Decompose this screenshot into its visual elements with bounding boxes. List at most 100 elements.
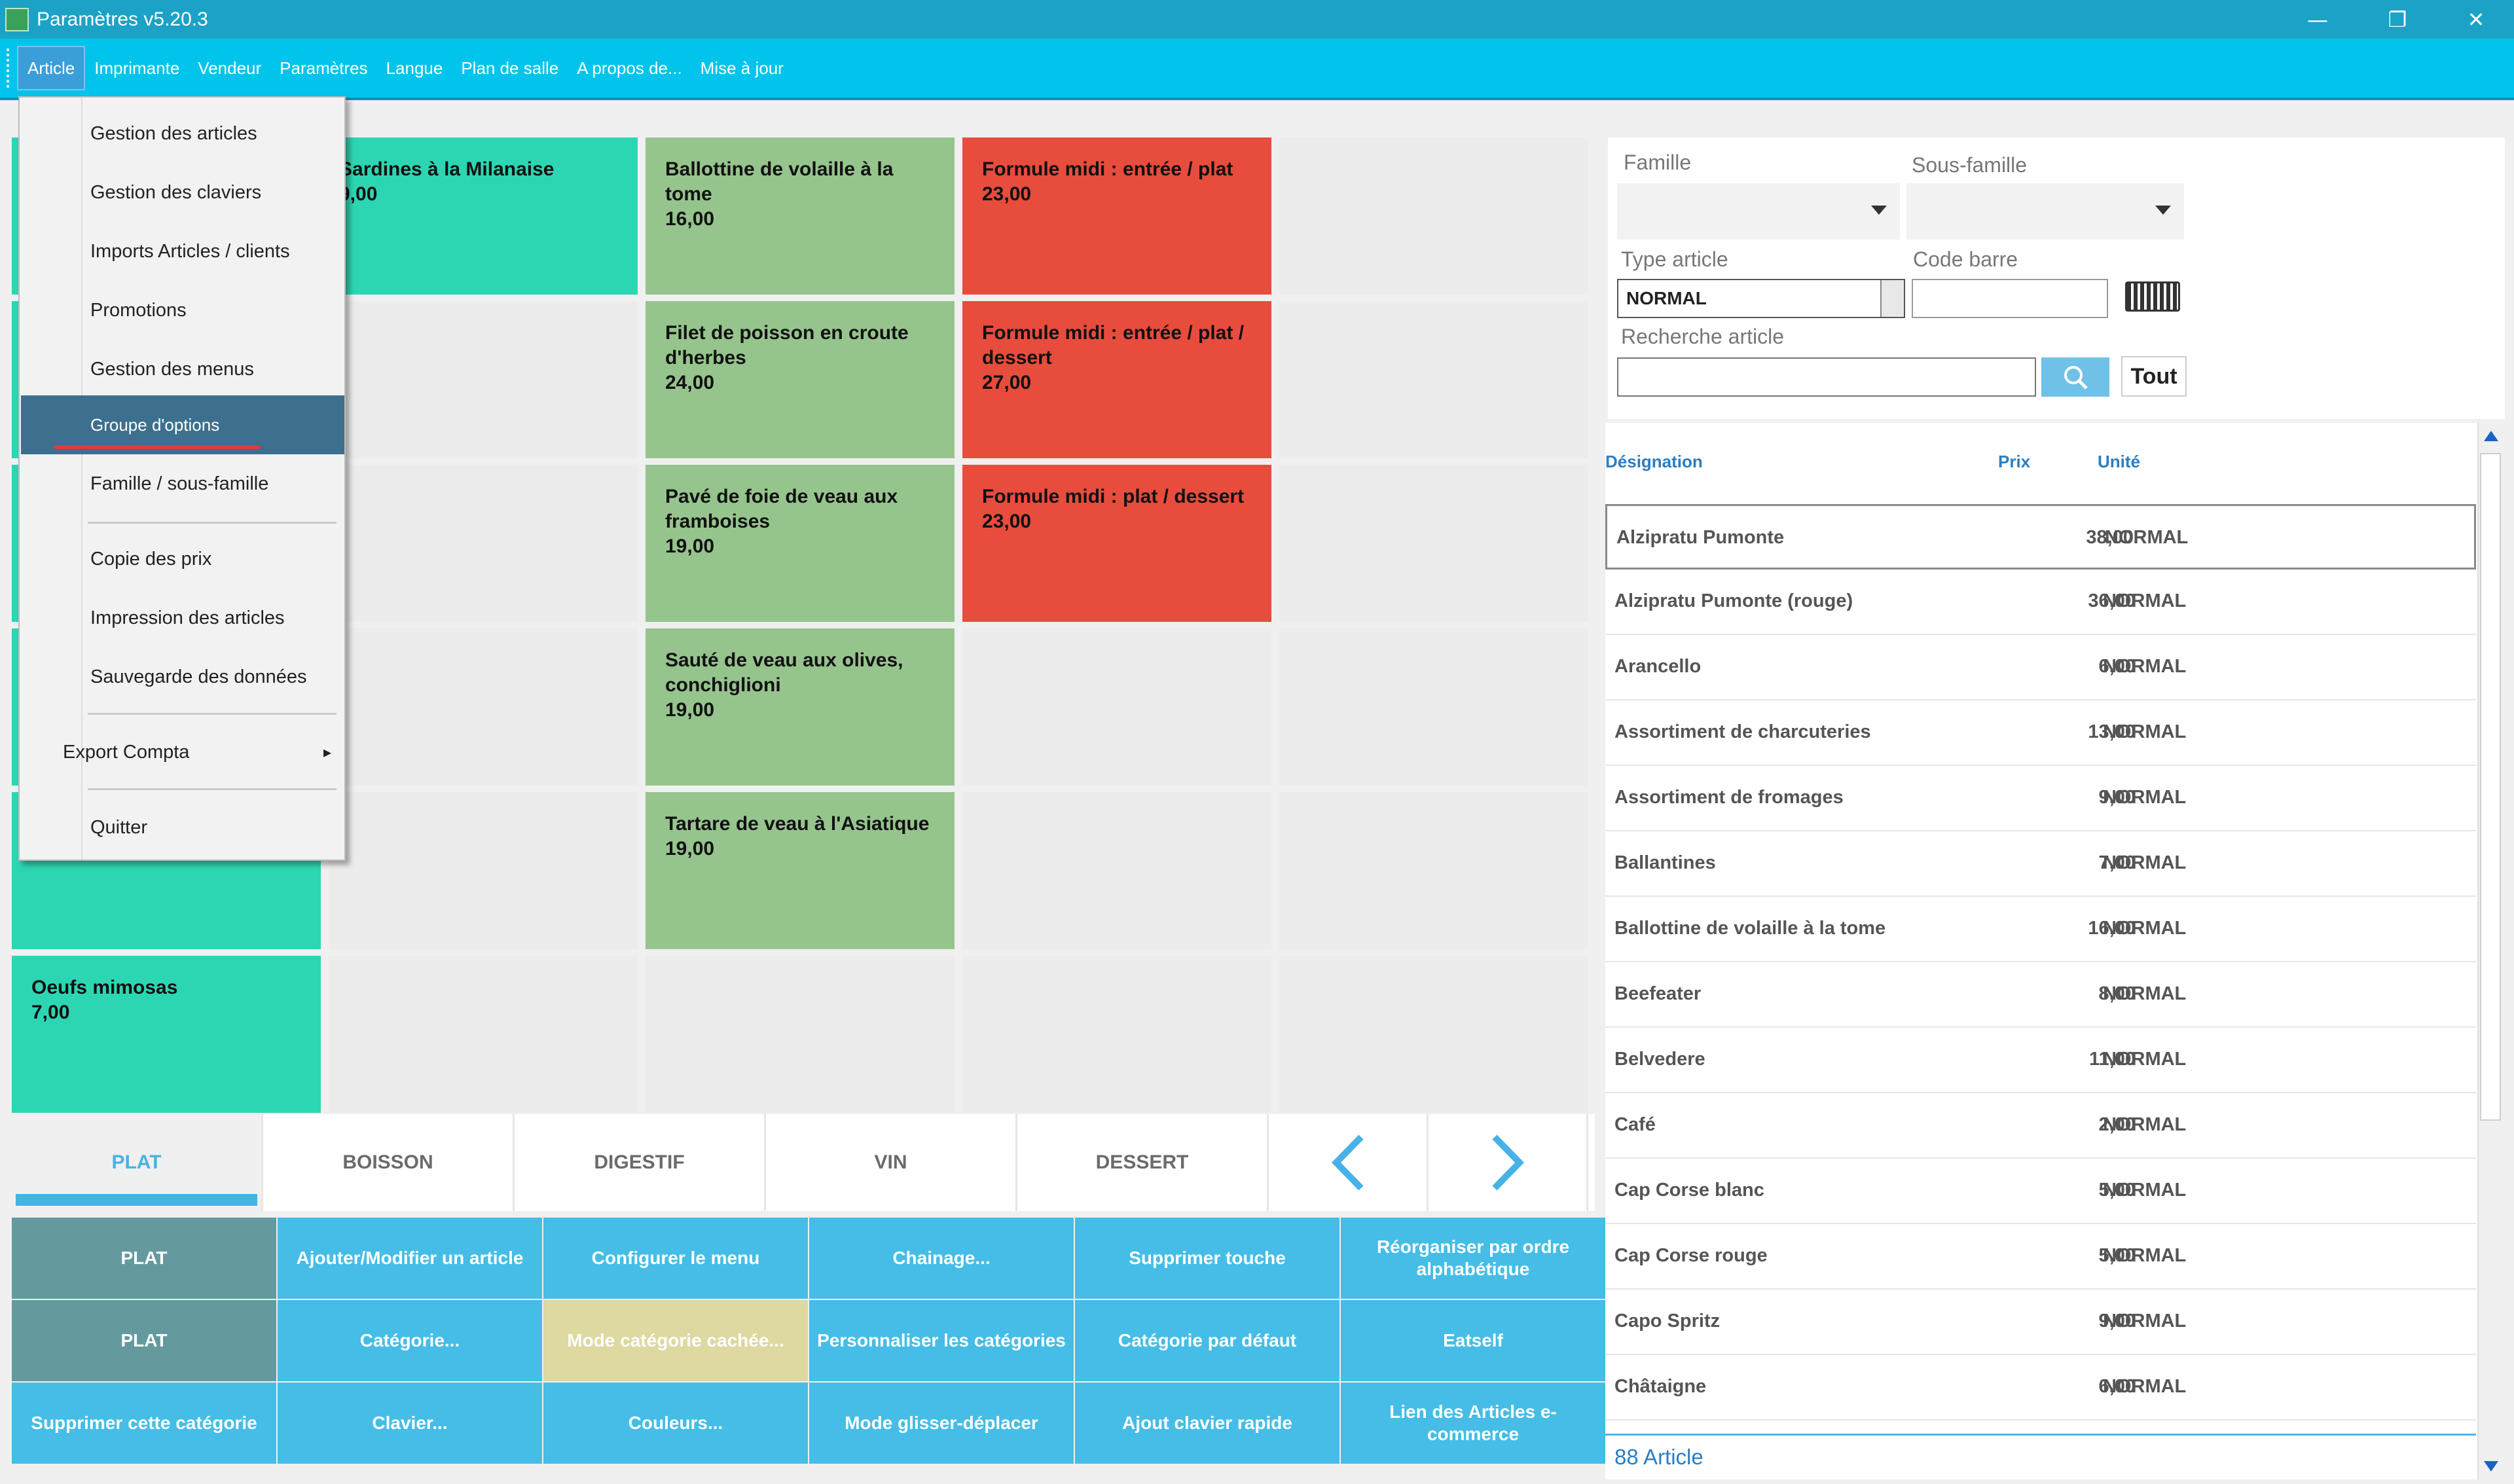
restore-button[interactable]: ❐ <box>2365 0 2430 39</box>
empty-tile[interactable] <box>1279 465 1588 622</box>
famille-select[interactable] <box>1617 183 1900 240</box>
table-row[interactable]: Ballantines 7,00 NORMAL <box>1605 831 2476 897</box>
empty-tile[interactable] <box>329 628 638 786</box>
menu-item-export-compta[interactable]: Export Compta ▸ <box>21 723 344 782</box>
empty-tile[interactable] <box>962 956 1271 1113</box>
previous-page-button[interactable] <box>1269 1114 1429 1211</box>
search-button[interactable] <box>2041 357 2109 397</box>
table-row[interactable]: Beefeater 8,00 NORMAL <box>1605 962 2476 1028</box>
minimize-button[interactable]: — <box>2285 0 2350 39</box>
chainage-button[interactable]: Chainage... <box>809 1218 1074 1299</box>
menu-a-propos[interactable]: A propos de... <box>568 46 691 90</box>
category-button[interactable]: Catégorie... <box>278 1300 542 1381</box>
empty-tile[interactable] <box>329 301 638 458</box>
designation-header[interactable]: Désignation <box>1605 452 1703 472</box>
menu-parametres[interactable]: Paramètres <box>270 46 376 90</box>
tab-digestif[interactable]: DIGESTIF <box>515 1114 766 1211</box>
empty-tile[interactable] <box>1279 301 1588 458</box>
table-row[interactable]: Capo Spritz 9,00 NORMAL <box>1605 1290 2476 1355</box>
keyboard-button[interactable]: Clavier... <box>278 1383 542 1464</box>
plat-category-button-2[interactable]: PLAT <box>12 1300 276 1381</box>
configure-menu-button[interactable]: Configurer le menu <box>543 1218 808 1299</box>
table-row[interactable]: Alzipratu Pumonte (rouge) 36,00 NORMAL <box>1605 570 2476 635</box>
scroll-down-icon[interactable] <box>2484 1461 2498 1472</box>
tab-vin[interactable]: VIN <box>766 1114 1017 1211</box>
table-row[interactable]: Cap Corse rouge 5,00 NORMAL <box>1605 1224 2476 1290</box>
article-tile-pave-foie[interactable]: Pavé de foie de veau aux framboises 19,0… <box>646 465 955 622</box>
scroll-thumb[interactable] <box>2480 453 2501 1121</box>
empty-tile[interactable] <box>1279 137 1588 295</box>
menu-item-gestion-articles[interactable]: Gestion des articles <box>21 104 344 163</box>
list-scrollbar[interactable] <box>2477 423 2502 1479</box>
article-tile-sardines[interactable]: Sardines à la Milanaise 9,00 <box>329 137 638 295</box>
type-article-select[interactable]: NORMAL <box>1617 279 1905 318</box>
add-edit-article-button[interactable]: Ajouter/Modifier un article <box>278 1218 542 1299</box>
article-tile-saute-veau[interactable]: Sauté de veau aux olives, conchiglioni 1… <box>646 628 955 786</box>
table-row[interactable]: Châtaigne 6,00 NORMAL <box>1605 1355 2476 1421</box>
empty-tile[interactable] <box>1279 792 1588 949</box>
article-tile-formule-entree-plat[interactable]: Formule midi : entrée / plat 23,00 <box>962 137 1271 295</box>
menu-item-copie-prix[interactable]: Copie des prix <box>21 530 344 588</box>
ecommerce-link-button[interactable]: Lien des Articles e-commerce <box>1341 1383 1605 1464</box>
article-tile-formule-plat-dessert[interactable]: Formule midi : plat / dessert 23,00 <box>962 465 1271 622</box>
table-row[interactable]: Arancello 6,00 NORMAL <box>1605 635 2476 700</box>
empty-tile[interactable] <box>329 465 638 622</box>
table-row[interactable]: Café 2,00 NORMAL <box>1605 1093 2476 1159</box>
menu-item-groupe-options[interactable]: Groupe d'options <box>21 395 344 454</box>
article-tile-formule-entree-plat-dessert[interactable]: Formule midi : entrée / plat / dessert 2… <box>962 301 1271 458</box>
menu-item-promotions[interactable]: Promotions <box>21 281 344 340</box>
empty-tile[interactable] <box>962 628 1271 786</box>
unite-header[interactable]: Unité <box>2098 452 2140 472</box>
empty-tile[interactable] <box>1279 956 1588 1113</box>
table-row[interactable]: Ballottine de volaille à la tome 16,00 NOR… <box>1605 897 2476 962</box>
delete-category-button[interactable]: Supprimer cette catégorie <box>12 1383 276 1464</box>
quick-keyboard-add-button[interactable]: Ajout clavier rapide <box>1075 1383 1339 1464</box>
tab-plat[interactable]: PLAT <box>12 1114 263 1211</box>
menu-mise-a-jour[interactable]: Mise à jour <box>691 46 793 90</box>
menu-item-impression[interactable]: Impression des articles <box>21 588 344 647</box>
empty-tile[interactable] <box>329 792 638 949</box>
table-row[interactable]: Alzipratu Pumonte 38,00 NORMAL <box>1605 504 2476 570</box>
article-tile-tartare[interactable]: Tartare de veau à l'Asiatique 19,00 <box>646 792 955 949</box>
article-tile-oeufs-mimosas[interactable]: Oeufs mimosas 7,00 <box>12 956 321 1113</box>
customize-categories-button[interactable]: Personnaliser les catégories <box>809 1300 1074 1381</box>
menu-item-quitter[interactable]: Quitter <box>21 798 344 857</box>
colors-button[interactable]: Couleurs... <box>543 1383 808 1464</box>
plat-category-button[interactable]: PLAT <box>12 1218 276 1299</box>
menu-article[interactable]: Article <box>17 46 86 90</box>
menu-plan-de-salle[interactable]: Plan de salle <box>452 46 568 90</box>
empty-tile[interactable] <box>1279 628 1588 786</box>
menu-langue[interactable]: Langue <box>377 46 452 90</box>
empty-tile[interactable] <box>646 956 955 1113</box>
tout-button[interactable]: Tout <box>2121 356 2187 397</box>
article-tile-ballottine[interactable]: Ballottine de volaille à la tome 16,00 <box>646 137 955 295</box>
next-page-button[interactable] <box>1429 1114 1588 1211</box>
scroll-up-icon[interactable] <box>2484 431 2498 441</box>
code-barre-input[interactable] <box>1912 279 2108 318</box>
sort-alphabetical-button[interactable]: Réorganiser par ordre alphabétique <box>1341 1218 1605 1299</box>
menu-item-gestion-menus[interactable]: Gestion des menus <box>21 340 344 399</box>
sous-famille-select[interactable] <box>1906 183 2184 240</box>
keyboard-icon[interactable] <box>2125 281 2180 312</box>
delete-key-button[interactable]: Supprimer touche <box>1075 1218 1339 1299</box>
prix-header[interactable]: Prix <box>1998 452 2030 472</box>
tab-dessert[interactable]: DESSERT <box>1017 1114 1269 1211</box>
menu-vendeur[interactable]: Vendeur <box>189 46 270 90</box>
table-row[interactable]: Assortiment de charcuteries 13,00 NORMAL <box>1605 700 2476 766</box>
empty-tile[interactable] <box>962 792 1271 949</box>
menu-item-gestion-claviers[interactable]: Gestion des claviers <box>21 163 344 222</box>
empty-tile[interactable] <box>329 956 638 1113</box>
search-input[interactable] <box>1617 357 2036 397</box>
menu-imprimante[interactable]: Imprimante <box>85 46 189 90</box>
menu-item-imports[interactable]: Imports Articles / clients <box>21 222 344 281</box>
drag-drop-mode-button[interactable]: Mode glisser-déplacer <box>809 1383 1074 1464</box>
menu-item-famille[interactable]: Famille / sous-famille <box>21 454 344 513</box>
default-category-button[interactable]: Catégorie par défaut <box>1075 1300 1339 1381</box>
menu-item-sauvegarde[interactable]: Sauvegarde des données <box>21 647 344 706</box>
hidden-category-mode-button[interactable]: Mode catégorie cachée... <box>543 1300 808 1381</box>
tab-boisson[interactable]: BOISSON <box>263 1114 515 1211</box>
article-tile-filet-poisson[interactable]: Filet de poisson en croute d'herbes 24,0… <box>646 301 955 458</box>
close-button[interactable]: ✕ <box>2443 0 2509 39</box>
table-row[interactable]: Cap Corse blanc 5,00 NORMAL <box>1605 1159 2476 1224</box>
table-row[interactable]: Assortiment de fromages 9,00 NORMAL <box>1605 766 2476 831</box>
